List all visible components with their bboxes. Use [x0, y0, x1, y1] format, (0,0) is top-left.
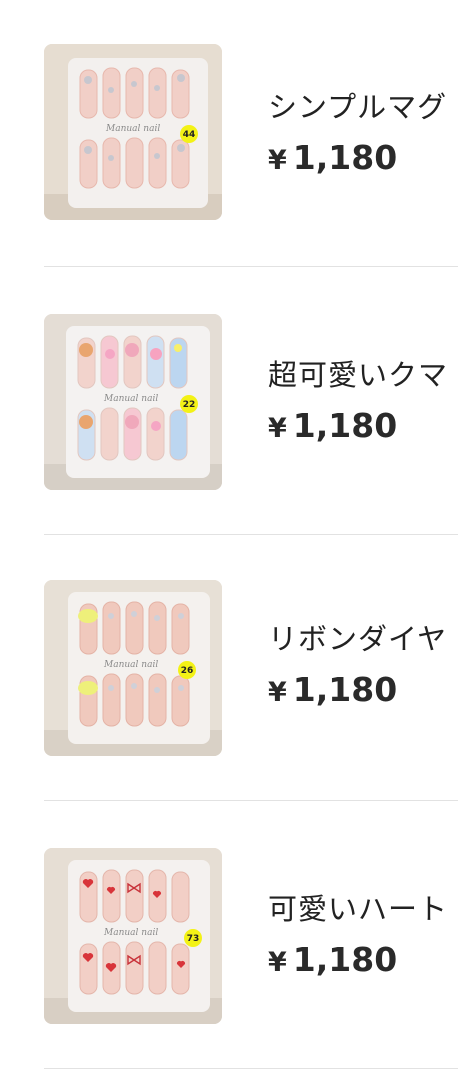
price-value: 1,180	[292, 940, 398, 979]
price-value: 1,180	[292, 406, 398, 445]
nail-set-image: Manual nail 26	[44, 580, 222, 756]
product-price: ¥1,180	[268, 406, 397, 445]
svg-text:22: 22	[183, 400, 196, 410]
product-price: ¥1,180	[268, 940, 397, 979]
product-thumbnail[interactable]: Manual nail 44	[44, 44, 222, 220]
svg-text:26: 26	[181, 666, 194, 676]
product-title[interactable]: リボンダイヤ	[268, 616, 447, 658]
divider	[44, 534, 458, 535]
product-thumbnail[interactable]: Manual nail 26	[44, 580, 222, 756]
product-item[interactable]: Manual nail 26 リボンダイヤ ¥1,180	[0, 536, 458, 804]
divider	[44, 800, 458, 801]
price-value: 1,180	[292, 138, 398, 177]
nail-set-image: Manual nail 22	[44, 314, 222, 490]
svg-text:Manual nail: Manual nail	[105, 124, 160, 134]
product-price: ¥1,180	[268, 670, 397, 709]
product-item[interactable]: Manual nail 73 可愛いハート ¥1,180	[0, 802, 458, 1070]
product-item[interactable]: Manual nail 22 超可愛いクマ ¥1,180	[0, 268, 458, 536]
svg-text:44: 44	[183, 130, 196, 140]
price-value: 1,180	[292, 670, 398, 709]
svg-text:Manual nail: Manual nail	[103, 660, 158, 670]
product-title[interactable]: シンプルマグ	[268, 84, 447, 126]
currency-symbol: ¥	[268, 145, 287, 176]
product-title[interactable]: 可愛いハート	[268, 886, 448, 928]
svg-text:73: 73	[187, 934, 200, 944]
product-title[interactable]: 超可愛いクマ	[268, 352, 448, 394]
divider	[44, 1068, 458, 1069]
currency-symbol: ¥	[268, 947, 287, 978]
divider	[44, 266, 458, 267]
product-thumbnail[interactable]: Manual nail 22	[44, 314, 222, 490]
product-price: ¥1,180	[268, 138, 397, 177]
svg-text:Manual nail: Manual nail	[103, 928, 158, 938]
product-item[interactable]: Manual nail 44 シンプルマグ ¥1,180	[0, 0, 458, 268]
product-thumbnail[interactable]: Manual nail 73	[44, 848, 222, 1024]
svg-text:Manual nail: Manual nail	[103, 394, 158, 404]
nail-set-image: Manual nail 44	[44, 44, 222, 220]
currency-symbol: ¥	[268, 413, 287, 444]
nail-set-image: Manual nail 73	[44, 848, 222, 1024]
currency-symbol: ¥	[268, 677, 287, 708]
